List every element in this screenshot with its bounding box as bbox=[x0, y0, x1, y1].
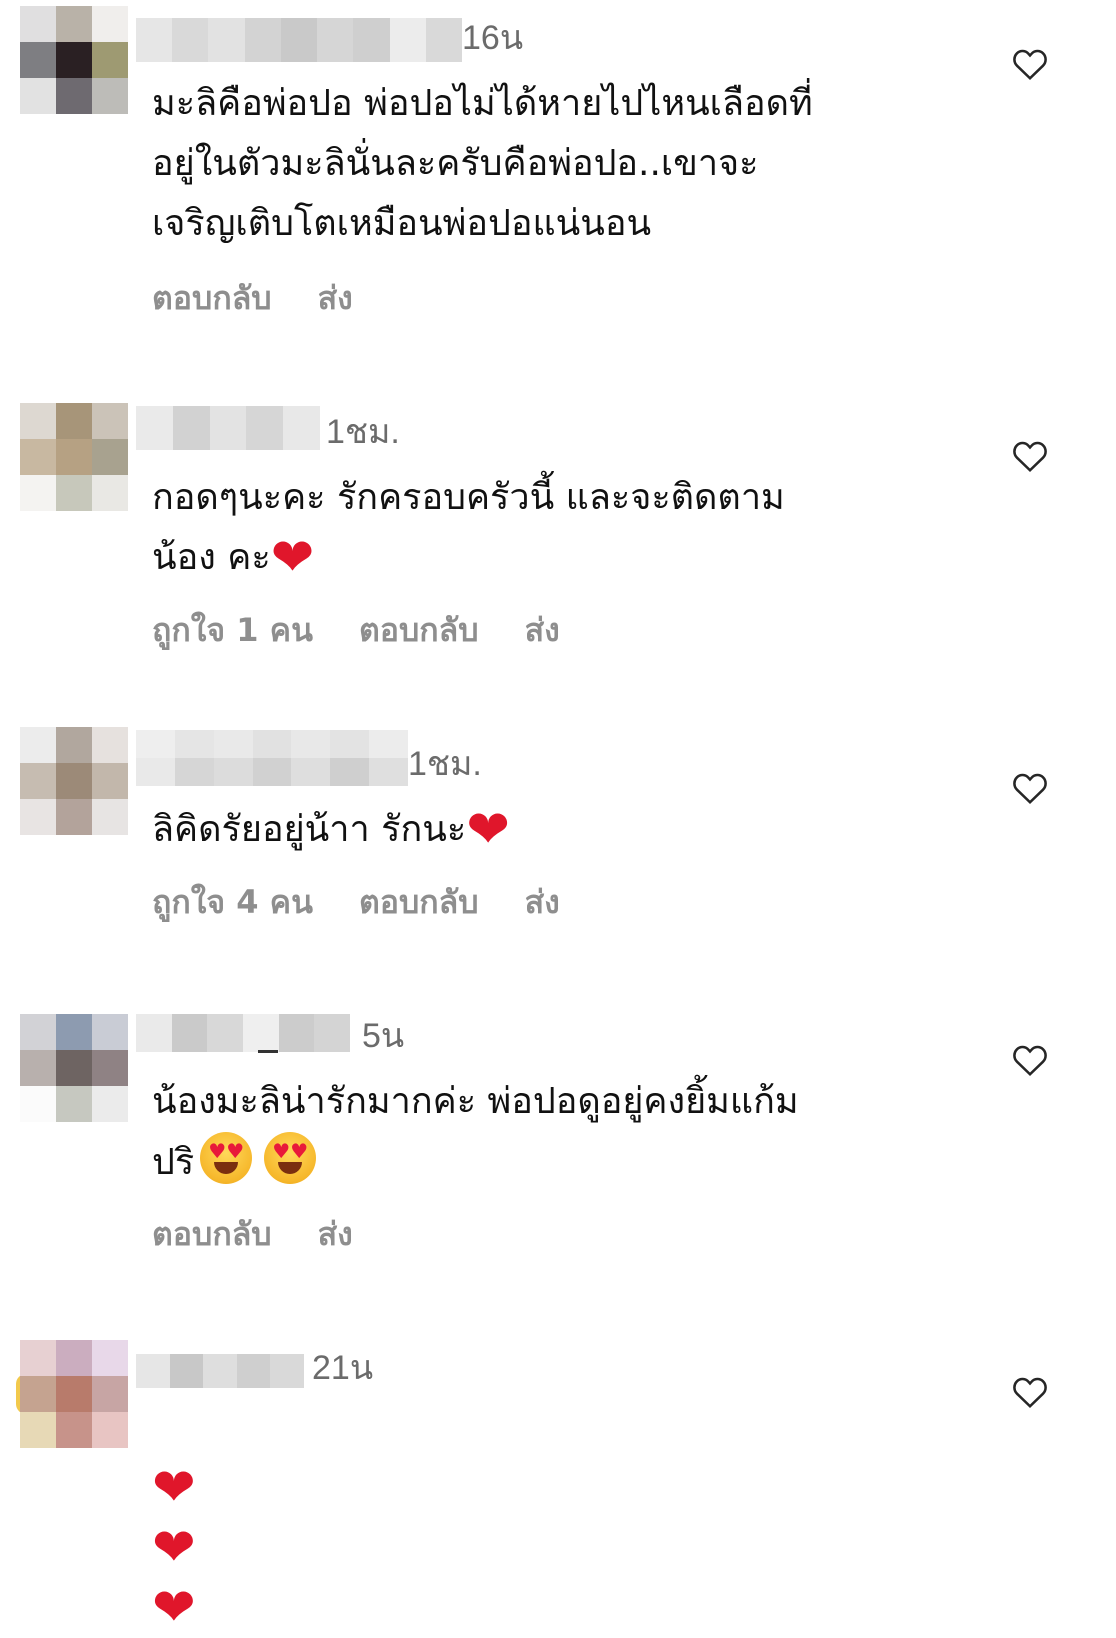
avatar-pixel bbox=[56, 1412, 92, 1448]
heart-eyes-emoji bbox=[264, 1132, 317, 1184]
avatar-pixel bbox=[56, 1376, 92, 1412]
avatar-pixel bbox=[92, 475, 128, 511]
avatar-pixel bbox=[20, 1376, 56, 1412]
send-button[interactable]: ส่ง bbox=[525, 611, 560, 649]
send-button[interactable]: ส่ง bbox=[318, 1215, 353, 1253]
avatar-pixel bbox=[56, 799, 92, 835]
like-heart-icon[interactable] bbox=[1010, 1040, 1050, 1080]
like-heart-icon[interactable] bbox=[1010, 436, 1050, 476]
comment-actions: ตอบกลับ ส่ง bbox=[152, 278, 399, 318]
avatar-pixel bbox=[92, 42, 128, 78]
reply-button[interactable]: ตอบกลับ bbox=[359, 611, 479, 649]
avatar-pixel bbox=[92, 799, 128, 835]
avatar-pixel bbox=[20, 1340, 56, 1376]
avatar-pixel bbox=[56, 1050, 92, 1086]
avatar-pixel bbox=[56, 439, 92, 475]
send-button[interactable]: ส่ง bbox=[318, 279, 353, 317]
avatar-pixel bbox=[92, 78, 128, 114]
avatar-pixel bbox=[92, 763, 128, 799]
avatar-pixel bbox=[92, 1376, 128, 1412]
avatar-pixel bbox=[56, 1340, 92, 1376]
avatar[interactable] bbox=[20, 403, 128, 511]
avatar-pixel bbox=[20, 403, 56, 439]
heart-eyes-emoji bbox=[200, 1132, 253, 1184]
comment-text: ❤ ❤ ❤ bbox=[152, 1398, 982, 1638]
reply-button[interactable]: ตอบกลับ bbox=[152, 1215, 272, 1253]
comment-timestamp: 1ชม. bbox=[408, 745, 482, 783]
avatar[interactable] bbox=[20, 1340, 128, 1448]
username-underscore bbox=[258, 1050, 278, 1053]
send-button[interactable]: ส่ง bbox=[525, 883, 560, 921]
avatar-pixel bbox=[20, 6, 56, 42]
avatar-pixel bbox=[56, 763, 92, 799]
heart-emoji: ❤ bbox=[152, 1458, 196, 1518]
username-blurred[interactable] bbox=[136, 406, 320, 450]
like-heart-icon[interactable] bbox=[1010, 44, 1050, 84]
comment-actions: ตอบกลับ ส่ง bbox=[152, 1214, 399, 1254]
avatar-pixel bbox=[20, 475, 56, 511]
avatar-pixel bbox=[56, 42, 92, 78]
avatar-pixel bbox=[56, 475, 92, 511]
avatar[interactable] bbox=[20, 1014, 128, 1122]
avatar-pixel bbox=[20, 1086, 56, 1122]
avatar-pixel bbox=[92, 439, 128, 475]
avatar-pixel bbox=[20, 42, 56, 78]
avatar-pixel bbox=[56, 403, 92, 439]
likes-count[interactable]: ถูกใจ 4 คน bbox=[152, 883, 313, 921]
avatar-pixel bbox=[56, 1014, 92, 1050]
heart-emoji: ❤ bbox=[270, 528, 315, 588]
avatar-pixel bbox=[92, 1050, 128, 1086]
avatar-pixel bbox=[20, 763, 56, 799]
heart-emoji: ❤ bbox=[152, 1578, 196, 1638]
avatar-pixel bbox=[20, 78, 56, 114]
avatar-pixel bbox=[20, 1050, 56, 1086]
avatar[interactable] bbox=[20, 727, 128, 835]
comment-actions: ถูกใจ 1 คน ตอบกลับ ส่ง bbox=[152, 610, 606, 650]
comment-text: มะลิคือพ่อปอ พ่อปอไม่ได้หายไปไหนเลือดที่… bbox=[152, 83, 813, 244]
comment-actions: ถูกใจ 4 คน ตอบกลับ ส่ง bbox=[152, 882, 606, 922]
username-blurred[interactable] bbox=[136, 1354, 304, 1388]
avatar-pixel bbox=[56, 78, 92, 114]
avatar-pixel bbox=[92, 1340, 128, 1376]
comment-text: กอดๆนะคะ รักครอบครัวนี้ และจะติดตาม น้อง… bbox=[152, 477, 785, 588]
avatar-pixel bbox=[92, 6, 128, 42]
avatar-pixel bbox=[20, 439, 56, 475]
avatar-pixel bbox=[56, 1086, 92, 1122]
like-heart-icon[interactable] bbox=[1010, 1372, 1050, 1412]
comment-timestamp: 16น bbox=[462, 19, 524, 57]
avatar-pixel bbox=[20, 1014, 56, 1050]
heart-emoji: ❤ bbox=[152, 1518, 196, 1578]
avatar-pixel bbox=[20, 799, 56, 835]
like-heart-icon[interactable] bbox=[1010, 768, 1050, 808]
avatar-pixel bbox=[20, 727, 56, 763]
avatar-pixel bbox=[92, 727, 128, 763]
comment-text: น้องมะลิน่ารักมากค่ะ พ่อปอดูอยู่คงยิ้มแก… bbox=[152, 1072, 982, 1193]
username-blurred[interactable] bbox=[136, 18, 462, 62]
reply-button[interactable]: ตอบกลับ bbox=[359, 883, 479, 921]
avatar-pixel bbox=[20, 1412, 56, 1448]
username-blurred[interactable] bbox=[136, 730, 408, 786]
avatar-pixel bbox=[56, 727, 92, 763]
avatar-pixel bbox=[92, 1412, 128, 1448]
comment-timestamp: 5น bbox=[362, 1017, 405, 1055]
comment-timestamp: 1ชม. bbox=[326, 413, 400, 451]
avatar-pixel bbox=[92, 403, 128, 439]
avatar[interactable] bbox=[20, 6, 128, 114]
likes-count[interactable]: ถูกใจ 1 คน bbox=[152, 611, 313, 649]
reply-button[interactable]: ตอบกลับ bbox=[152, 279, 272, 317]
username-blurred[interactable] bbox=[136, 1014, 350, 1052]
avatar-pixel bbox=[92, 1086, 128, 1122]
heart-emoji: ❤ bbox=[466, 800, 510, 860]
comment-timestamp: 21น bbox=[312, 1349, 374, 1387]
avatar-pixel bbox=[92, 1014, 128, 1050]
avatar-pixel bbox=[56, 6, 92, 42]
comment-text: ลิคิดรัยอยู่น้าา รักนะ❤ bbox=[152, 800, 510, 860]
